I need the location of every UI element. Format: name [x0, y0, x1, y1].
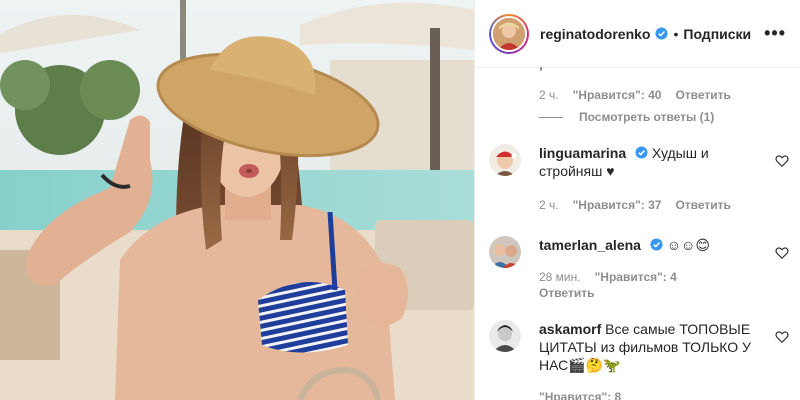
- heart-outline-icon[interactable]: [775, 154, 789, 168]
- author-avatar[interactable]: [489, 13, 529, 54]
- comment-item: askamorf Все самые ТОПОВЫЕ ЦИТАТЫ из фил…: [489, 320, 789, 400]
- truncated-comment-text: ,: [539, 56, 543, 72]
- comment-time[interactable]: 2 ч.: [539, 88, 559, 102]
- verified-badge-icon: [635, 146, 648, 159]
- instagram-post: reginatodorenko • Подписки ••• , 2 ч. "Н…: [0, 0, 800, 400]
- comment-meta: 2 ч. "Нравится": 37 Ответить: [539, 198, 731, 212]
- replies-divider: [539, 116, 563, 118]
- comment-likes[interactable]: "Нравится": 4: [595, 270, 677, 284]
- reply-button[interactable]: Ответить: [675, 198, 730, 212]
- reply-button[interactable]: Ответить: [675, 88, 730, 102]
- comment-meta: 28 мин. "Нравится": 4: [539, 270, 677, 284]
- post-header: reginatodorenko • Подписки •••: [475, 0, 800, 68]
- commenter-username[interactable]: askamorf: [539, 321, 601, 337]
- comment-item: tamerlan_alena ☺☺😊 28 мин. "Нравится": 4…: [489, 236, 789, 306]
- comment-time[interactable]: 2 ч.: [539, 198, 559, 212]
- commenter-avatar[interactable]: [489, 144, 521, 176]
- author-username[interactable]: reginatodorenko: [540, 26, 650, 42]
- commenter-avatar[interactable]: [489, 236, 521, 268]
- author-avatar-image: [491, 15, 527, 52]
- comment-time[interactable]: 28 мин.: [539, 270, 581, 284]
- verified-badge-icon: [650, 238, 663, 251]
- commenter-avatar[interactable]: [489, 320, 521, 352]
- following-button[interactable]: Подписки: [683, 26, 751, 42]
- commenter-username[interactable]: tamerlan_alena: [539, 237, 641, 253]
- comment-meta: 2 ч. "Нравится": 40 Ответить: [539, 88, 731, 102]
- more-options-icon[interactable]: •••: [764, 23, 786, 44]
- separator-dot: •: [673, 25, 679, 42]
- comment-body: askamorf Все самые ТОПОВЫЕ ЦИТАТЫ из фил…: [539, 320, 759, 374]
- post-photo-image: [0, 0, 474, 400]
- view-replies-label: Посмотреть ответы (1): [579, 110, 715, 124]
- comment-likes[interactable]: "Нравится": 37: [573, 198, 662, 212]
- verified-badge-icon: [655, 27, 669, 40]
- comment-meta: "Нравится": 8: [539, 390, 621, 400]
- comment-text: ☺☺😊: [666, 237, 710, 253]
- heart-outline-icon[interactable]: [775, 330, 789, 344]
- comment-meta-reply: Ответить: [539, 286, 594, 300]
- reply-button[interactable]: Ответить: [539, 286, 594, 300]
- comment-likes[interactable]: "Нравится": 40: [573, 88, 662, 102]
- comment-item: linguamarina Худыш и стройняш ♥ 2 ч. "Нр…: [489, 144, 789, 224]
- comments-panel: reginatodorenko • Подписки ••• , 2 ч. "Н…: [474, 0, 800, 400]
- view-replies-button[interactable]: Посмотреть ответы (1): [539, 110, 714, 124]
- heart-outline-icon[interactable]: [775, 246, 789, 260]
- comment-likes[interactable]: "Нравится": 8: [539, 390, 621, 400]
- commenter-username[interactable]: linguamarina: [539, 145, 626, 161]
- comment-body: tamerlan_alena ☺☺😊: [539, 236, 759, 254]
- comment-body: linguamarina Худыш и стройняш ♥: [539, 144, 759, 180]
- post-photo[interactable]: [0, 0, 474, 400]
